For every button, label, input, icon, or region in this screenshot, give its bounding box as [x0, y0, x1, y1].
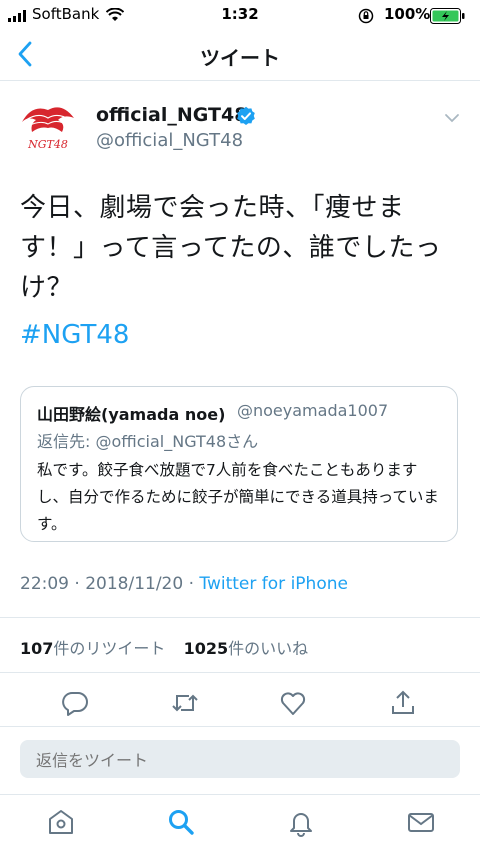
tab-notifications[interactable]: [286, 807, 316, 837]
page-title: ツイート: [200, 46, 280, 70]
more-options-button[interactable]: [444, 112, 460, 124]
quoted-tweet-text: 私です。餃子食べ放題で7人前を食べたこともありますし、自分で作るために餃子が簡単…: [37, 461, 439, 533]
chevron-down-icon[interactable]: [444, 112, 460, 124]
display-name[interactable]: official_NGT48: [96, 104, 247, 126]
share-button[interactable]: [388, 688, 418, 718]
source-link[interactable]: Twitter for iPhone: [199, 574, 348, 594]
battery-icon: [430, 8, 466, 24]
quoted-reply-to: 返信先: @official_NGT48さん: [37, 432, 259, 451]
avatar[interactable]: NGT48: [18, 98, 78, 158]
tab-bar: [0, 794, 480, 855]
divider: [0, 726, 480, 727]
battery-percent: 100%: [384, 5, 431, 23]
tweet-stats: 107件のリツイート 1025件のいいね: [20, 635, 308, 659]
home-icon[interactable]: [46, 807, 76, 837]
reply-icon[interactable]: [60, 688, 90, 718]
status-bar: SoftBank 1:32 100%: [0, 0, 480, 30]
retweet-count[interactable]: 107: [20, 639, 53, 658]
avatar-logo-text: NGT48: [27, 138, 68, 151]
reply-button[interactable]: [60, 688, 90, 718]
heart-icon[interactable]: [278, 688, 308, 718]
reply-input[interactable]: [34, 740, 448, 780]
quoted-tweet-card[interactable]: 山田野絵(yamada noe) @noeyamada1007 返信先: @of…: [20, 386, 458, 542]
quoted-display-name: 山田野絵(yamada noe): [37, 405, 226, 424]
orientation-lock-icon: [358, 8, 374, 24]
tab-search[interactable]: [166, 807, 196, 837]
like-button[interactable]: [278, 688, 308, 718]
quoted-handle: @noeyamada1007: [237, 401, 389, 420]
share-icon[interactable]: [388, 688, 418, 718]
hashtag-link[interactable]: #NGT48: [20, 320, 129, 350]
search-icon[interactable]: [166, 807, 196, 837]
mail-icon[interactable]: [406, 807, 436, 837]
retweet-label[interactable]: 件のリツイート: [53, 639, 165, 658]
tab-home[interactable]: [46, 807, 76, 837]
like-count[interactable]: 1025: [184, 639, 229, 658]
bell-icon[interactable]: [286, 807, 316, 837]
divider: [0, 672, 480, 673]
tweet-meta: 22:09 · 2018/11/20 · Twitter for iPhone: [20, 574, 348, 594]
user-handle[interactable]: @official_NGT48: [96, 130, 243, 151]
retweet-icon[interactable]: [170, 688, 200, 718]
retweet-button[interactable]: [170, 688, 200, 718]
tab-messages[interactable]: [406, 807, 436, 837]
verified-badge-icon: [236, 106, 256, 126]
like-label[interactable]: 件のいいね: [228, 639, 308, 658]
divider: [0, 617, 480, 618]
nav-bar: ツイート: [0, 30, 480, 81]
tweet-text: 今日、劇場で会った時、「痩せます！」って言ってたの、誰でしたっけ？: [20, 193, 442, 303]
reply-box[interactable]: [20, 740, 460, 780]
tweet-timestamp: 22:09 · 2018/11/20 ·: [20, 574, 200, 594]
